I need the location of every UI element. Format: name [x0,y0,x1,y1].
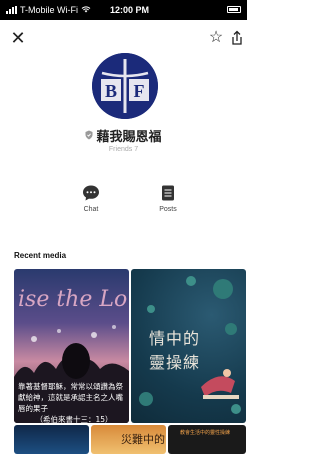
posts-button[interactable]: Posts [148,184,188,213]
recent-media-title: Recent media [14,251,67,260]
chat-label: Chat [83,206,99,213]
media-caption: 情中的 靈操練 [149,327,200,375]
chat-bubble-icon [83,185,99,201]
status-bar: T-Mobile Wi-Fi 12:00 PM [0,0,247,20]
carrier-group: T-Mobile Wi-Fi [6,5,91,15]
media-caption: 災難中的 [121,433,165,446]
caption-line: 獻給神，這就是承認主名之人嘴唇的果子 [18,393,123,413]
media-script-text: ise the Lo [18,287,128,312]
posts-icon [162,185,174,201]
media-thumbnail[interactable]: 災難中的 [91,425,166,454]
close-icon[interactable]: ✕ [8,28,28,48]
profile-name: 藉我賜恩福 [96,129,162,145]
avatar-letter-b: B [105,81,117,101]
caption-line: 靠著基督耶穌，常常以頌讚為祭 [18,382,123,391]
share-icon[interactable] [230,30,244,46]
profile-name-row: 藉我賜恩福 [0,126,247,145]
chat-button[interactable]: Chat [71,184,111,213]
signal-icon [6,6,17,14]
caption-line: （希伯來書十三：15） [35,415,113,423]
wifi-icon [81,5,91,15]
posts-label: Posts [159,206,177,213]
battery-icon [227,6,241,13]
media-thumbnail[interactable] [14,425,89,454]
avatar-letter-f: F [134,81,145,101]
top-bar: ✕ ☆ [0,24,247,52]
media-thumbnail[interactable]: 情中的 靈操練 [131,269,246,423]
media-thumbnail[interactable]: ise the Lo 靠著基督耶穌，常常以頌讚為祭 獻給神，這就是承認主名之人嘴… [14,269,129,423]
carrier-label: T-Mobile Wi-Fi [20,5,78,15]
friends-count[interactable]: Friends 7 [0,146,247,153]
avatar[interactable]: B F [92,53,158,119]
favorite-star-icon[interactable]: ☆ [206,28,226,48]
media-caption: 靠著基督耶穌，常常以頌讚為祭 獻給神，這就是承認主名之人嘴唇的果子 （希伯來書十… [18,381,129,423]
caption-line: 靈操練 [149,353,201,372]
clock: 12:00 PM [110,5,150,15]
media-thumbnail[interactable]: 教會生活中的靈性操練 [168,425,246,454]
shield-icon [85,130,93,140]
media-caption: 教會生活中的靈性操練 [180,430,231,436]
caption-line: 情中的 [149,329,201,348]
